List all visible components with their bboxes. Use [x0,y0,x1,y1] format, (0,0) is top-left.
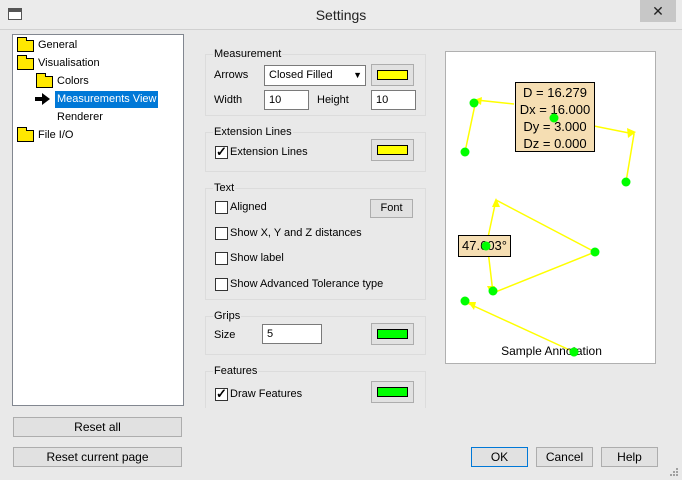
features-color-button[interactable] [371,381,414,403]
height-input[interactable]: 10 [371,90,416,110]
help-button[interactable]: Help [601,447,658,467]
resize-grip-icon[interactable] [669,467,679,477]
show-label-checkbox[interactable] [215,252,228,265]
grip-point [460,147,470,157]
folder-icon [17,127,34,142]
arrows-select-value: Closed Filled [269,69,333,81]
aligned-label: Aligned [230,201,267,213]
window-title: Settings [315,7,367,23]
grip-point [569,347,579,357]
aligned-checkbox[interactable] [215,201,228,214]
reset-all-button[interactable]: Reset all [13,417,182,437]
size-label: Size [214,329,236,341]
grip-point [460,296,470,306]
close-button[interactable]: ✕ [640,0,676,22]
arrow-color-button[interactable] [371,64,414,86]
folder-icon [17,37,34,52]
folder-icon [36,73,53,88]
width-label: Width [214,94,243,106]
width-input[interactable]: 10 [264,90,309,110]
preview-caption: Sample Annotation [501,344,602,358]
tree-item-label: Renderer [57,111,103,123]
draw-features-label: Draw Features [230,388,303,400]
arrowhead-icon [468,302,476,310]
arrowhead-icon [492,198,500,207]
grip-point [481,241,491,251]
tree-item-label: Visualisation [38,57,100,69]
settings-tree[interactable]: General Visualisation Colors Measurement… [12,34,184,406]
grips-group-title: Grips [213,310,242,322]
measurement-group-title: Measurement [213,48,283,60]
arrowhead-icon [627,128,636,138]
arrow-icon [35,93,50,105]
extension-lines-label: Extension Lines [230,146,308,158]
arrow-color-swatch [377,70,408,80]
tree-item-label: File I/O [38,129,74,141]
grip-point [488,286,498,296]
extension-color-button[interactable] [371,139,414,161]
features-color-swatch [377,387,408,397]
grip-point [590,247,600,257]
grip-size-input[interactable]: 5 [262,324,322,344]
grip-point [549,113,559,123]
distance-line-d: D = 16.279 [523,85,587,100]
tree-item-label: General [38,39,78,51]
tree-item-label: Colors [57,75,89,87]
extension-color-swatch [377,145,408,155]
show-xyz-label: Show X, Y and Z distances [230,227,362,239]
grip-color-button[interactable] [371,323,414,345]
show-xyz-checkbox[interactable] [215,227,228,240]
tree-item-label: Measurements View [55,91,159,108]
folder-open-icon [17,55,34,70]
extension-lines-checkbox[interactable] [215,144,228,160]
distance-line-dz: Dz = 0.000 [523,136,587,151]
ok-button[interactable]: OK [471,447,528,467]
chevron-down-icon: ▼ [353,70,362,80]
height-label: Height [317,94,349,106]
grip-point [621,177,631,187]
measure-line [464,99,515,153]
features-group-title: Features [213,365,259,377]
show-tolerance-checkbox[interactable] [215,278,228,291]
draw-features-checkbox[interactable] [215,386,228,402]
arrows-label: Arrows [214,69,249,81]
grip-point [469,98,479,108]
reset-current-page-button[interactable]: Reset current page [13,447,182,467]
preview-panel: D = 16.279 Dx = 16.000 Dy = 3.000 Dz = 0… [445,51,656,364]
font-button[interactable]: Font [370,199,413,218]
text-group-title: Text [213,182,236,194]
show-tolerance-label: Show Advanced Tolerance type [230,278,384,290]
show-label-label: Show label [230,252,284,264]
arrows-select[interactable]: Closed Filled ▼ [264,65,366,86]
extension-lines-group-title: Extension Lines [213,126,293,138]
cancel-button[interactable]: Cancel [536,447,593,467]
grip-color-swatch [377,329,408,339]
